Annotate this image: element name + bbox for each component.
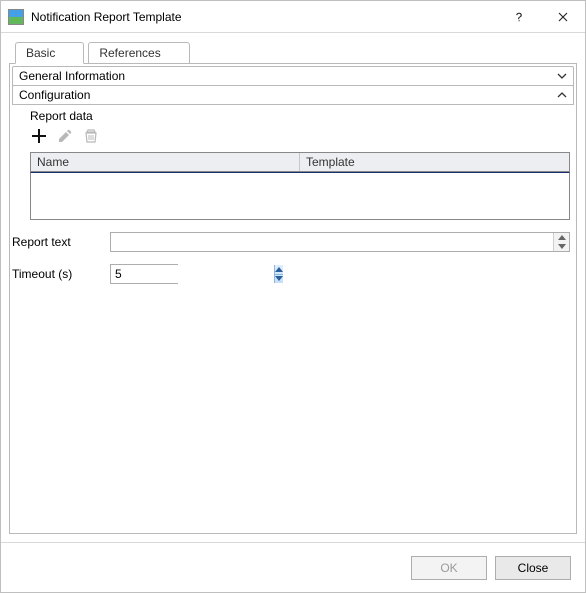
col-template-header[interactable]: Template [300, 153, 569, 171]
report-text-up[interactable] [554, 233, 569, 242]
section-config-header[interactable]: Configuration [12, 85, 574, 105]
report-text-label: Report text [12, 235, 110, 249]
timeout-up[interactable] [275, 265, 283, 275]
dialog-window: Notification Report Template Basic Refer… [0, 0, 586, 593]
ok-label: OK [440, 561, 457, 575]
timeout-value[interactable] [111, 265, 274, 283]
trash-icon [82, 127, 100, 145]
content-area: Basic References General Information Con… [1, 33, 585, 542]
help-button[interactable] [497, 1, 541, 33]
tab-references-label: References [99, 46, 160, 60]
report-text-down[interactable] [554, 242, 569, 251]
close-icon [558, 12, 568, 22]
delete-button[interactable] [82, 127, 100, 148]
timeout-label: Timeout (s) [12, 267, 110, 281]
close-label: Close [518, 561, 549, 575]
plus-icon [30, 127, 48, 145]
section-general-label: General Information [19, 69, 557, 83]
add-button[interactable] [30, 127, 48, 148]
section-general-header[interactable]: General Information [12, 66, 574, 86]
timeout-spin [274, 265, 283, 283]
report-text-input[interactable] [110, 232, 570, 252]
tab-basic[interactable]: Basic [15, 42, 84, 64]
timeout-input[interactable] [110, 264, 178, 284]
window-title: Notification Report Template [31, 10, 497, 24]
report-text-row: Report text [12, 232, 570, 252]
section-config-label: Configuration [19, 88, 557, 102]
tabpanel-basic: General Information Configuration Report… [9, 63, 577, 534]
dialog-footer: OK Close [1, 542, 585, 592]
table-header: Name Template [30, 152, 570, 172]
tab-basic-label: Basic [26, 46, 55, 60]
report-text-value [111, 233, 553, 251]
titlebar: Notification Report Template [1, 1, 585, 33]
section-config-body: Report data Name Template [12, 105, 574, 284]
chevron-down-icon [557, 71, 567, 81]
timeout-row: Timeout (s) [12, 264, 570, 284]
close-window-button[interactable] [541, 1, 585, 33]
col-name-header[interactable]: Name [31, 153, 300, 171]
report-text-spin [553, 233, 569, 251]
tab-references[interactable]: References [88, 42, 189, 64]
app-icon [8, 9, 24, 25]
chevron-up-icon [557, 90, 567, 100]
report-data-table: Name Template [30, 152, 570, 220]
pencil-icon [56, 127, 74, 145]
table-body-empty[interactable] [30, 172, 570, 220]
edit-button[interactable] [56, 127, 74, 148]
ok-button: OK [411, 556, 487, 580]
help-icon [514, 12, 524, 22]
close-button[interactable]: Close [495, 556, 571, 580]
report-data-label: Report data [30, 109, 570, 123]
report-data-toolbar [30, 127, 570, 148]
timeout-down[interactable] [275, 275, 283, 284]
tabstrip: Basic References [9, 41, 577, 63]
